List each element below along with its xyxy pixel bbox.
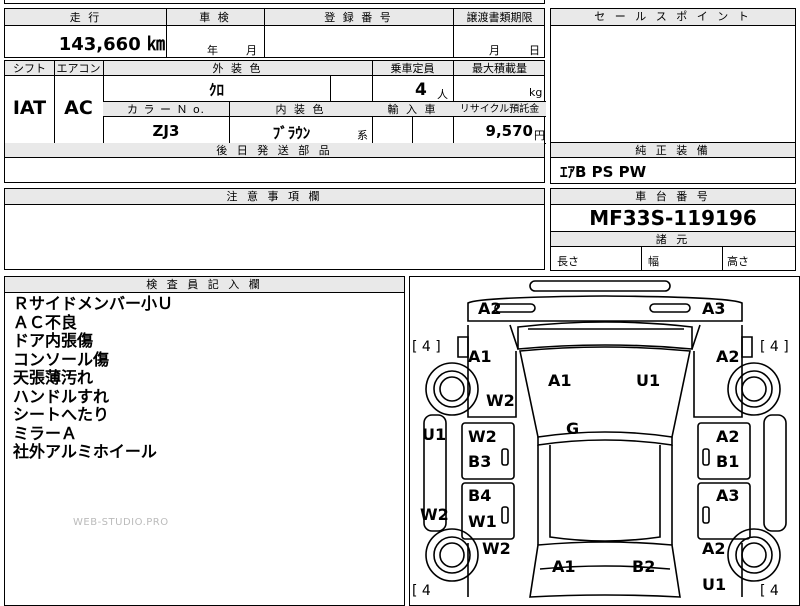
shift-value: IAT	[12, 97, 47, 119]
sales-point-box: セ ー ル ス ポ イ ン ト	[550, 8, 796, 143]
damage-mark: A1	[468, 347, 492, 366]
note-line: ハンドルすれ	[13, 386, 110, 406]
top-remnant-row	[4, 0, 545, 4]
damage-mark: A2	[478, 299, 502, 318]
capacity-unit: 人	[437, 88, 448, 101]
shaken-month: 月	[246, 44, 257, 57]
damage-mark: B1	[716, 452, 740, 471]
damage-mark: A1	[552, 557, 576, 576]
note-line: ドア内張傷	[13, 331, 94, 350]
caution-label: 注 意 事 項 欄	[5, 189, 544, 205]
damage-mark: B4	[468, 486, 492, 505]
note-line: ＡＣ不良	[13, 312, 78, 332]
damage-mark: U1	[636, 371, 661, 390]
color-no-label: カ ラ ー Ｎ o.	[126, 103, 206, 116]
mileage-label: 走 行	[69, 11, 102, 24]
inspector-notes: Ｒサイドメンバー小Ｕ ＡＣ不良 ドア内張傷 コンソール傷 天張薄汚れ ハンドルす…	[13, 294, 174, 462]
later-parts-label: 後 日 発 送 部 品	[5, 143, 544, 158]
damage-mark: A1	[548, 371, 572, 390]
chassis-value: MF33S-119196	[589, 206, 757, 230]
sales-point-label: セ ー ル ス ポ イ ン ト	[551, 9, 795, 26]
damage-map: [ 4 ] [ 4 ] [ 4 [ 4 A2 A3 A1 A2 A1 U1 W2…	[409, 276, 800, 606]
inspector-box: 検 査 員 記 入 欄 Ｒサイドメンバー小Ｕ ＡＣ不良 ドア内張傷 コンソール傷…	[4, 276, 405, 606]
aircon-label: エアコン	[56, 62, 101, 75]
damage-mark: U1	[422, 425, 447, 444]
interior-suffix: 系	[357, 129, 368, 142]
dimensions-label: 諸 元	[551, 231, 795, 247]
length-label: 長さ	[557, 255, 579, 268]
recycle-unit: 円	[534, 129, 545, 142]
note-line: コンソール傷	[13, 349, 110, 369]
tire-mark: [ 4 ]	[412, 339, 441, 355]
aircon-value: AC	[64, 97, 93, 119]
damage-mark: B3	[468, 452, 492, 471]
exterior-color-value: ｸﾛ	[208, 81, 224, 99]
damage-mark: W2	[420, 505, 449, 524]
damage-mark: B2	[632, 557, 656, 576]
capacity-label: 乗車定員	[390, 62, 435, 75]
damage-mark: A2	[716, 347, 740, 366]
registration-label: 登 録 番 号	[324, 11, 393, 24]
damage-mark: A3	[702, 299, 726, 318]
damage-mark: A2	[716, 427, 740, 446]
damage-mark: W2	[468, 427, 497, 446]
damage-mark: W2	[486, 391, 515, 410]
recycle-value: 9,570	[485, 122, 533, 140]
transfer-month: 月	[489, 44, 500, 57]
recycle-label: リサイクル預託金	[459, 104, 540, 115]
inspector-label: 検 査 員 記 入 欄	[5, 277, 404, 293]
chassis-label: 車 台 番 号	[551, 189, 795, 205]
damage-mark: G	[566, 419, 580, 438]
mileage-value: 143,660 ㎞	[58, 34, 165, 55]
equipment-label: 純 正 装 備	[551, 143, 795, 158]
note-line: 社外アルミホイール	[13, 442, 157, 461]
spec-table: シフト エアコン 外 装 色 乗車定員 最大積載量 IAT AC ｸﾛ 4 人 …	[4, 60, 546, 158]
equipment-box: 純 正 装 備 ｴｱB PS PW	[550, 142, 796, 184]
note-line: Ｒサイドメンバー小Ｕ	[13, 294, 174, 313]
import-label: 輸 入 車	[387, 103, 438, 116]
damage-mark: A2	[702, 539, 726, 558]
tire-mark: [ 4 ]	[760, 339, 789, 355]
transfer-docs-label: 譲渡書類期限	[466, 11, 533, 24]
shift-label: シフト	[13, 62, 46, 75]
damage-mark: U1	[702, 575, 727, 594]
damage-mark: W1	[468, 512, 497, 531]
width-label: 幅	[648, 255, 659, 268]
shaken-year: 年	[207, 44, 218, 57]
equipment-value: ｴｱB PS PW	[560, 163, 647, 181]
note-line: ミラーＡ	[13, 423, 78, 443]
tire-mark: [ 4	[760, 583, 779, 599]
exterior-color-label: 外 装 色	[212, 62, 263, 75]
tire-mark: [ 4	[412, 583, 431, 599]
height-label: 高さ	[727, 255, 749, 268]
max-load-label: 最大積載量	[472, 62, 527, 75]
interior-color-value: ﾌﾞﾗｳﾝ	[272, 124, 311, 142]
caution-box: 注 意 事 項 欄	[4, 188, 545, 270]
damage-mark: A3	[716, 486, 740, 505]
transfer-day: 日	[529, 44, 540, 57]
capacity-value: 4	[415, 80, 427, 100]
max-load-unit: kg	[529, 86, 543, 99]
note-line: 天張薄汚れ	[13, 368, 94, 387]
later-parts-box	[4, 157, 545, 183]
damage-mark: W2	[482, 539, 511, 558]
watermark: WEB-STUDIO.PRO	[73, 517, 169, 528]
top-info-table: 走 行 車 検 登 録 番 号 譲渡書類期限 143,660 ㎞ 年 月 月 日	[4, 8, 545, 58]
note-line: シートへたり	[13, 405, 110, 424]
shaken-label: 車 検	[199, 11, 231, 24]
color-no-value: ZJ3	[152, 122, 180, 140]
interior-color-label: 内 装 色	[275, 103, 326, 116]
chassis-box: 車 台 番 号 MF33S-119196 諸 元 長さ 幅 高さ	[550, 188, 796, 271]
